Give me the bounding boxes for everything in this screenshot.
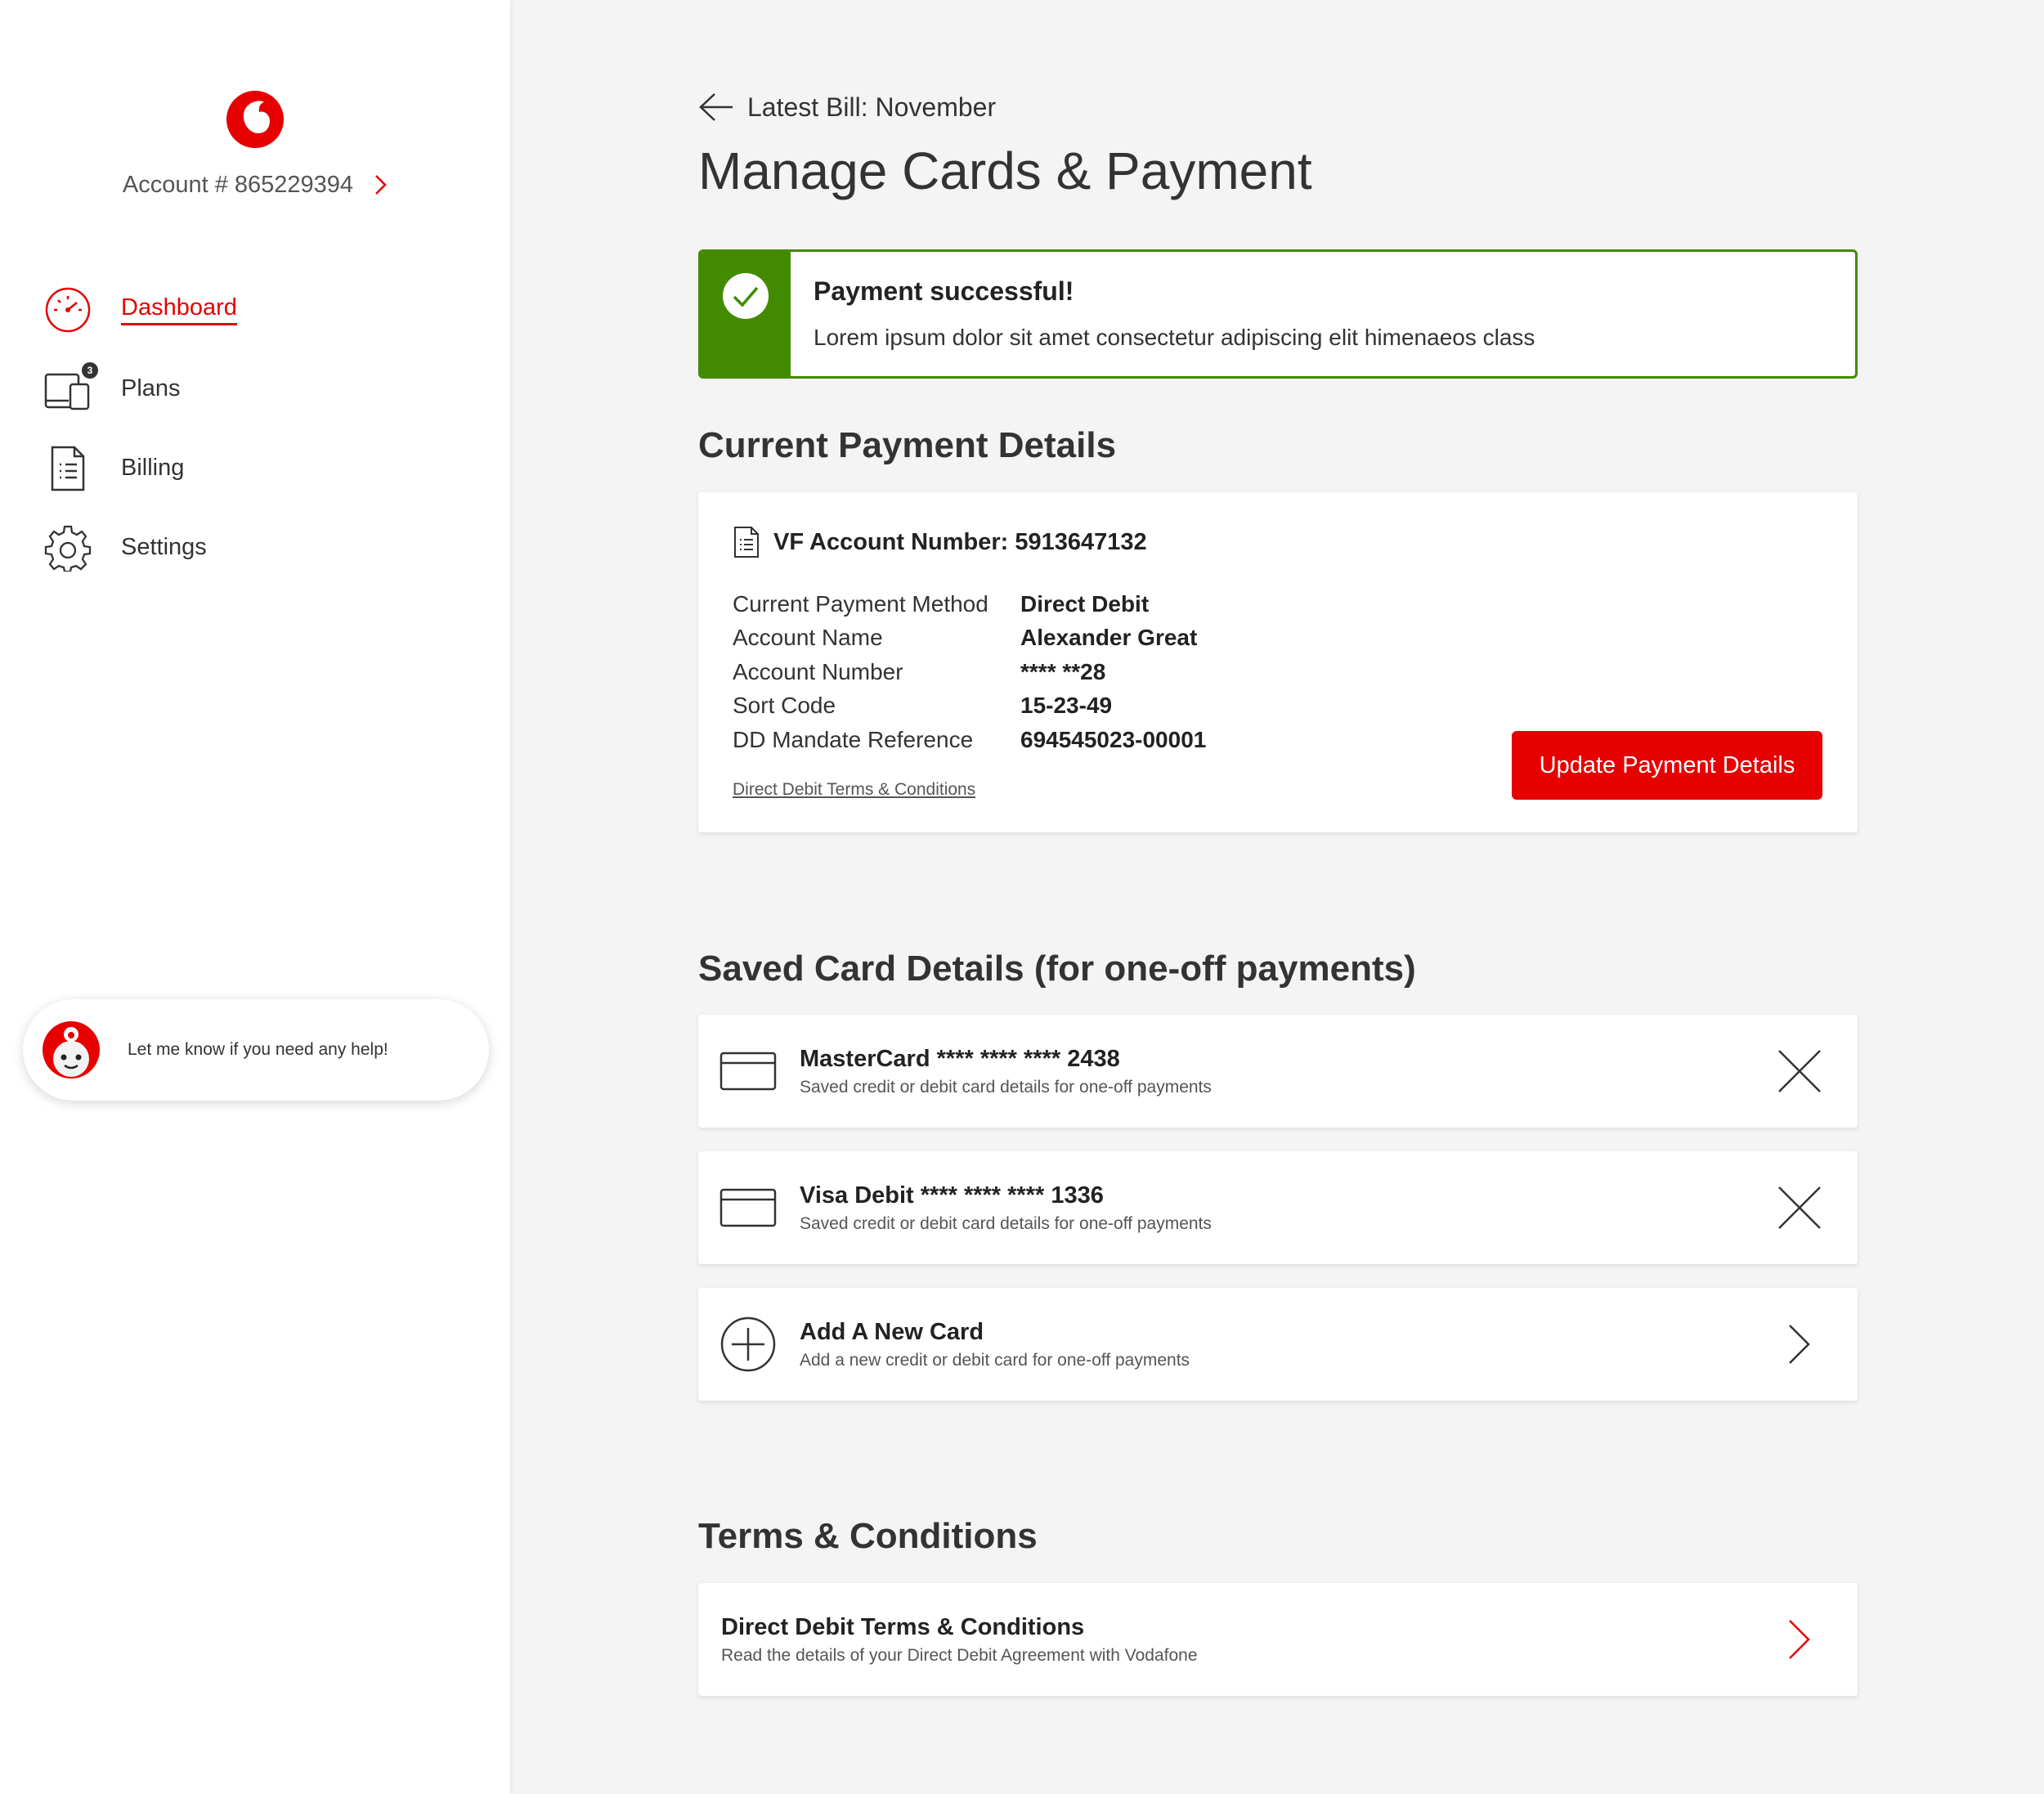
direct-debit-terms-link[interactable]: Direct Debit Terms & Conditions xyxy=(733,780,975,800)
page-title: Manage Cards & Payment xyxy=(698,141,1312,200)
nav-item-settings[interactable]: Settings xyxy=(43,508,237,587)
check-circle-icon xyxy=(723,273,769,319)
back-label: Latest Bill: November xyxy=(747,92,997,122)
vf-account-number: VF Account Number: 5913647132 xyxy=(773,528,1147,555)
detail-value: 15-23-49 xyxy=(1020,693,1113,719)
saved-card-row: MasterCard **** **** **** 2438 Saved cre… xyxy=(698,1015,1858,1128)
detail-value: Alexander Great xyxy=(1020,625,1198,651)
payment-details-table: Current Payment Method Direct Debit Accou… xyxy=(733,587,1206,757)
current-payment-heading: Current Payment Details xyxy=(698,425,1117,465)
devices-icon: 3 xyxy=(43,361,98,415)
nav-item-billing[interactable]: Billing xyxy=(43,428,237,508)
detail-label: DD Mandate Reference xyxy=(733,726,974,752)
detail-label: Account Name xyxy=(733,625,883,651)
alert-message: Lorem ipsum dolor sit amet consectetur a… xyxy=(814,325,1535,350)
remove-card-button[interactable] xyxy=(1771,1043,1828,1100)
detail-value: **** **28 xyxy=(1020,658,1106,684)
detail-value: Direct Debit xyxy=(1020,590,1150,617)
credit-card-icon xyxy=(719,1043,777,1100)
detail-label: Current Payment Method xyxy=(733,590,988,617)
dashboard-icon xyxy=(43,285,93,335)
chevron-right-icon xyxy=(375,175,387,195)
plus-circle-icon xyxy=(719,1316,777,1373)
chatbot-avatar-icon xyxy=(43,1021,100,1079)
detail-value: 694545023-00001 xyxy=(1020,726,1207,752)
chevron-right-icon xyxy=(1771,1611,1828,1668)
nav-label: Billing xyxy=(121,455,185,481)
saved-cards-heading: Saved Card Details (for one-off payments… xyxy=(698,949,1416,989)
success-alert: Payment successful! Lorem ipsum dolor si… xyxy=(698,249,1858,379)
account-number: Account # 865229394 xyxy=(122,172,354,198)
help-chat-bubble[interactable]: Let me know if you need any help! xyxy=(23,999,489,1101)
detail-row: Sort Code 15-23-49 xyxy=(733,689,1206,724)
nav-label: Settings xyxy=(121,534,207,560)
close-icon xyxy=(1778,1050,1821,1092)
vodafone-logo[interactable] xyxy=(226,90,285,149)
detail-row: DD Mandate Reference 694545023-00001 xyxy=(733,723,1206,757)
nav-label: Plans xyxy=(121,375,181,401)
back-link[interactable]: Latest Bill: November xyxy=(698,92,996,123)
account-selector[interactable]: Account # 865229394 xyxy=(0,172,510,199)
detail-row: Current Payment Method Direct Debit xyxy=(733,587,1206,621)
credit-card-icon xyxy=(719,1179,777,1236)
add-new-card-row[interactable]: Add A New Card Add a new credit or debit… xyxy=(698,1288,1858,1401)
help-text: Let me know if you need any help! xyxy=(128,1040,388,1059)
card-subtitle: Saved credit or debit card details for o… xyxy=(800,1077,1212,1097)
card-title: Visa Debit **** **** **** 1336 xyxy=(800,1182,1104,1209)
terms-subtitle: Read the details of your Direct Debit Ag… xyxy=(721,1645,1198,1665)
card-subtitle: Saved credit or debit card details for o… xyxy=(800,1213,1212,1233)
gear-icon xyxy=(43,523,93,573)
direct-debit-terms-row[interactable]: Direct Debit Terms & Conditions Read the… xyxy=(698,1583,1858,1696)
nav-label: Dashboard xyxy=(121,294,237,325)
nav-item-plans[interactable]: 3 Plans xyxy=(43,349,237,428)
plans-badge: 3 xyxy=(82,361,98,379)
arrow-left-icon xyxy=(699,93,733,121)
remove-card-button[interactable] xyxy=(1771,1179,1828,1236)
terms-title: Direct Debit Terms & Conditions xyxy=(721,1613,1085,1640)
chevron-right-icon xyxy=(1771,1316,1828,1373)
sidebar: Account # 865229394 Dashboard 3 Plans Bi… xyxy=(0,0,510,1794)
add-card-subtitle: Add a new credit or debit card for one-o… xyxy=(800,1350,1190,1370)
nav-item-dashboard[interactable]: Dashboard xyxy=(43,270,237,349)
close-icon xyxy=(1778,1186,1821,1229)
document-icon xyxy=(734,527,759,558)
detail-row: Account Number **** **28 xyxy=(733,655,1206,689)
terms-heading: Terms & Conditions xyxy=(698,1516,1038,1556)
detail-label: Account Number xyxy=(733,658,903,684)
add-card-title: Add A New Card xyxy=(800,1318,984,1345)
main-nav: Dashboard 3 Plans Billing Settings xyxy=(43,270,237,587)
payment-details-card: VF Account Number: 5913647132 Current Pa… xyxy=(698,492,1858,832)
alert-title: Payment successful! xyxy=(814,276,1074,306)
bill-icon xyxy=(43,443,93,494)
detail-label: Sort Code xyxy=(733,693,836,719)
update-payment-details-button[interactable]: Update Payment Details xyxy=(1512,731,1822,800)
card-title: MasterCard **** **** **** 2438 xyxy=(800,1045,1120,1072)
alert-strip xyxy=(701,252,791,376)
saved-card-row: Visa Debit **** **** **** 1336 Saved cre… xyxy=(698,1151,1858,1264)
detail-row: Account Name Alexander Great xyxy=(733,621,1206,656)
